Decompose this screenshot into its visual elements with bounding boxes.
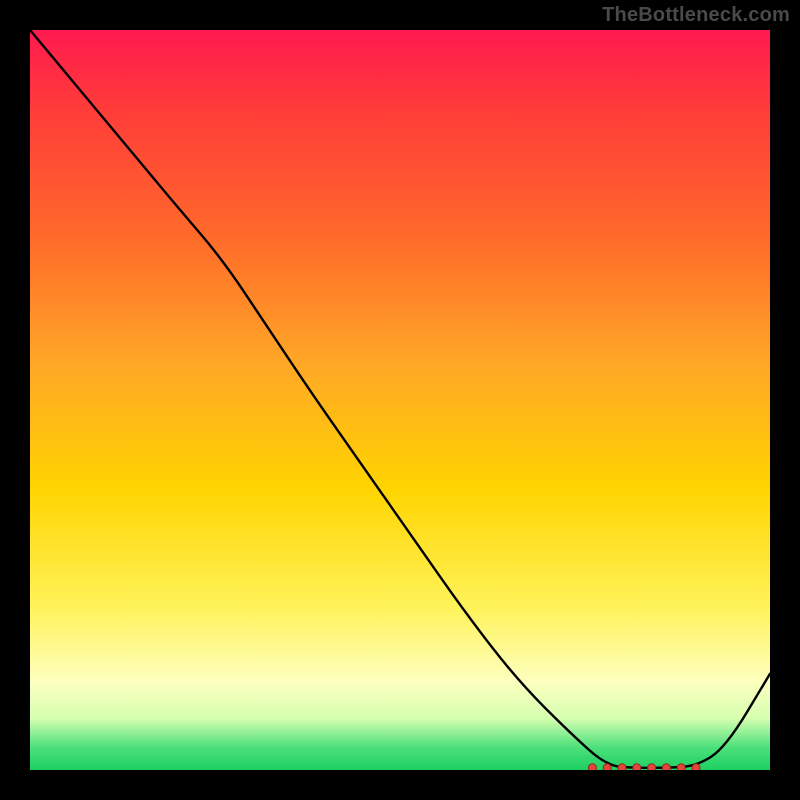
optimum-marker — [662, 764, 670, 770]
plot-area — [30, 30, 770, 770]
optimum-marker — [588, 764, 596, 770]
optimum-marker — [633, 764, 641, 770]
optimum-marker — [603, 764, 611, 770]
chart-frame: TheBottleneck.com — [0, 0, 800, 800]
optimum-marker — [618, 764, 626, 770]
optimum-marker — [648, 764, 656, 770]
attribution-text: TheBottleneck.com — [602, 4, 790, 27]
bottleneck-curve — [30, 30, 770, 768]
optimum-marker — [677, 764, 685, 770]
chart-overlay — [30, 30, 770, 770]
optimum-marker — [692, 764, 700, 770]
